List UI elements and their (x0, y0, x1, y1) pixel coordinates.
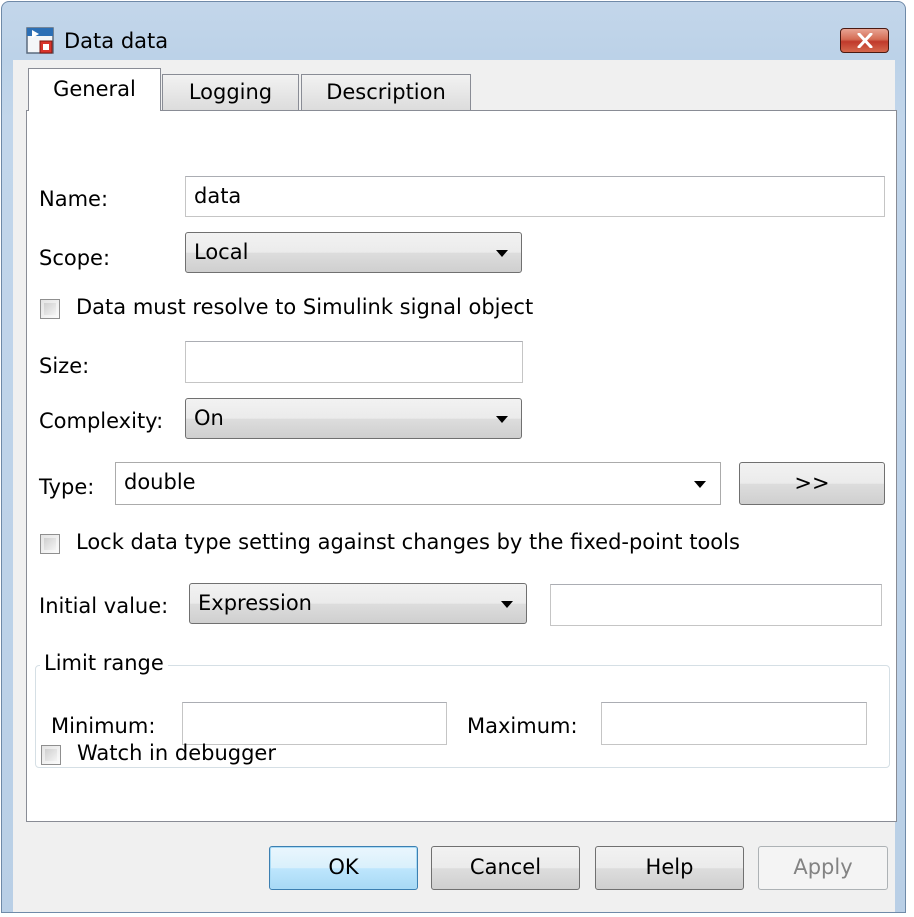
scope-dropdown[interactable]: Local (185, 232, 522, 273)
tab-logging[interactable]: Logging (162, 74, 299, 110)
complexity-label: Complexity: (39, 409, 164, 433)
maximum-label: Maximum: (467, 714, 578, 738)
scope-value: Local (194, 240, 249, 264)
watch-debugger-label: Watch in debugger (77, 741, 276, 765)
chevron-down-icon (501, 601, 513, 608)
tab-description[interactable]: Description (301, 74, 471, 110)
limit-range-legend: Limit range (40, 651, 168, 675)
complexity-value: On (194, 406, 224, 430)
scope-label: Scope: (39, 246, 111, 270)
simulink-data-icon (26, 27, 54, 54)
type-label: Type: (39, 475, 95, 499)
name-field[interactable]: data (185, 176, 885, 217)
chevron-down-icon (496, 250, 508, 257)
tab-general[interactable]: General (28, 68, 161, 111)
tab-description-label: Description (326, 80, 446, 104)
minimum-label: Minimum: (51, 714, 156, 738)
help-button[interactable]: Help (595, 846, 744, 890)
chevron-down-icon (496, 416, 508, 423)
close-button[interactable] (840, 28, 889, 53)
dialog-client-area: General Logging Description Name: data S… (13, 60, 897, 912)
data-properties-dialog: Data data General Logging Description Na… (1, 1, 906, 913)
data-type-assistant-button[interactable]: >> (739, 462, 885, 505)
resolve-signal-checkbox[interactable] (40, 299, 60, 319)
maximum-field[interactable] (601, 702, 867, 745)
close-icon (857, 33, 873, 48)
cancel-button[interactable]: Cancel (431, 846, 580, 890)
type-dropdown[interactable]: double (115, 462, 721, 505)
initial-value-mode-dropdown[interactable]: Expression (189, 583, 527, 624)
ok-button[interactable]: OK (269, 846, 418, 890)
lock-data-type-label: Lock data type setting against changes b… (76, 530, 740, 554)
size-label: Size: (39, 354, 90, 378)
initial-value-label: Initial value: (39, 594, 169, 618)
minimum-field[interactable] (182, 702, 447, 745)
type-value: double (124, 470, 196, 494)
initial-value-field[interactable] (550, 584, 882, 626)
initial-value-mode-value: Expression (198, 591, 312, 615)
general-tab-panel: Name: data Scope: Local Data must resolv… (26, 110, 897, 822)
tab-general-label: General (53, 77, 136, 101)
size-field[interactable] (185, 341, 523, 383)
complexity-dropdown[interactable]: On (185, 398, 522, 439)
apply-button[interactable]: Apply (758, 846, 888, 890)
chevron-down-icon (694, 481, 706, 488)
lock-data-type-checkbox[interactable] (40, 534, 60, 554)
window-title: Data data (64, 29, 169, 53)
resolve-signal-label: Data must resolve to Simulink signal obj… (76, 295, 534, 319)
title-bar[interactable]: Data data (2, 2, 905, 58)
name-label: Name: (39, 187, 109, 211)
watch-debugger-checkbox[interactable] (41, 745, 61, 765)
tab-logging-label: Logging (188, 80, 273, 104)
